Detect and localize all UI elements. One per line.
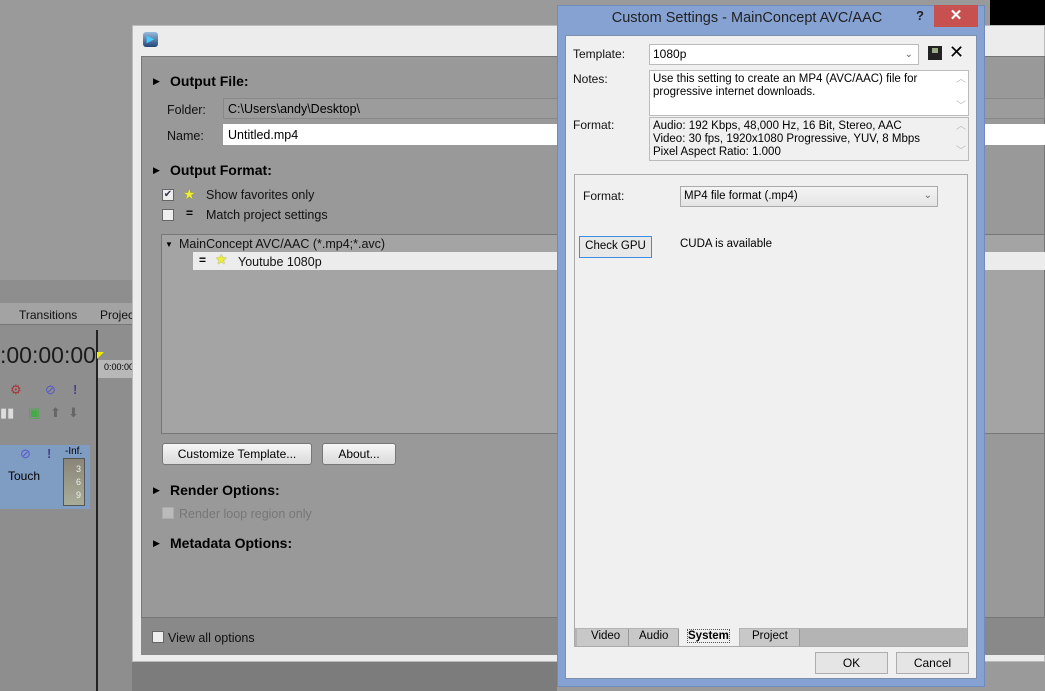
notes-textarea[interactable]: Use this setting to create an MP4 (AVC/A… (649, 70, 969, 116)
expand-icon[interactable]: ▶ (153, 165, 160, 176)
format-line: Pixel Aspect Ratio: 1.000 (653, 146, 781, 158)
check-gpu-button[interactable]: Check GPU (579, 236, 652, 258)
save-icon[interactable] (928, 46, 942, 60)
slider-icon[interactable]: ▮▮ (0, 405, 14, 421)
gear-icon[interactable]: ⚙ (10, 382, 22, 398)
expand-icon[interactable]: ▶ (153, 76, 160, 87)
format-summary-label: Format: (573, 118, 615, 132)
scroll-up-icon[interactable]: ︿ (956, 120, 966, 133)
tab-audio-label: Audio (639, 630, 669, 642)
match-project-checkbox[interactable] (162, 209, 174, 221)
automation-mode[interactable]: Touch (8, 469, 40, 483)
show-favorites-label: Show favorites only (206, 188, 315, 202)
about-button[interactable]: About... (322, 443, 396, 465)
file-format-value: MP4 file format (.mp4) (684, 190, 798, 202)
section-metadata-options: Metadata Options: (170, 535, 293, 551)
folder-label: Folder: (167, 103, 206, 117)
track-mute-icon[interactable]: ⊘ (20, 446, 31, 462)
meter-tick: 3 (75, 464, 81, 474)
notes-text: Use this setting to create an MP4 (AVC/A… (653, 73, 918, 98)
arrow-down-icon[interactable]: ⬇ (68, 405, 79, 421)
file-format-select[interactable]: MP4 file format (.mp4) ⌄ (680, 186, 938, 207)
marker-icon (97, 352, 104, 359)
timeline-cursor (96, 330, 98, 691)
show-favorites-checkbox[interactable]: ✔ (162, 189, 174, 201)
view-all-options-checkbox[interactable] (152, 631, 164, 643)
desktop-strip (990, 0, 1045, 25)
section-output-format: Output Format: (170, 162, 272, 178)
close-button[interactable]: ✕ (934, 5, 978, 27)
help-button[interactable]: ? (916, 8, 924, 23)
tab-video-label: Video (591, 630, 621, 642)
tab-system-label: System (687, 629, 730, 643)
notes-label: Notes: (573, 72, 608, 86)
template-combo[interactable]: 1080p ⌄ (649, 44, 919, 65)
expand-icon[interactable]: ▶ (153, 538, 160, 549)
scroll-down-icon[interactable]: ﹀ (956, 100, 966, 113)
name-label: Name: (167, 129, 204, 143)
meter-label: -Inf. (65, 446, 83, 457)
view-all-options-label: View all options (168, 631, 255, 645)
tab-transitions[interactable]: Transitions (19, 308, 77, 322)
tree-item-label: Youtube 1080p (238, 255, 322, 269)
equals-icon: = (186, 206, 194, 220)
loop-region-checkbox[interactable] (162, 507, 174, 519)
expand-icon[interactable]: ▶ (153, 485, 160, 496)
format-line: Audio: 192 Kbps, 48,000 Hz, 16 Bit, Ster… (653, 120, 902, 132)
timeline-ruler: 0:00:00 (98, 360, 134, 378)
chevron-down-icon: ⌄ (904, 49, 913, 60)
section-output-file: Output File: (170, 73, 249, 89)
mute-icon[interactable]: ⊘ (45, 382, 56, 398)
star-icon: ★ (215, 251, 228, 267)
cancel-button[interactable]: Cancel (896, 652, 969, 674)
equals-icon: = (199, 253, 207, 267)
format-summary-box: Audio: 192 Kbps, 48,000 Hz, 16 Bit, Ster… (649, 117, 969, 161)
loop-region-label: Render loop region only (179, 507, 312, 521)
scroll-down-icon[interactable]: ﹀ (956, 145, 966, 158)
format-line: Video: 30 fps, 1920x1080 Progressive, YU… (653, 133, 921, 145)
meter-tick: 9 (75, 490, 81, 500)
workspace-bottom (132, 662, 557, 691)
gpu-status: CUDA is available (680, 238, 773, 250)
solo-icon[interactable]: ! (73, 382, 77, 397)
dialog-title: Custom Settings - MainConcept AVC/AAC (611, 10, 883, 26)
file-format-label: Format: (583, 189, 625, 203)
arrow-up-icon[interactable]: ⬆ (50, 405, 61, 421)
scroll-up-icon[interactable]: ︿ (956, 73, 966, 86)
template-value: 1080p (653, 47, 687, 61)
collapse-icon[interactable]: ▼ (165, 240, 173, 249)
section-render-options: Render Options: (170, 482, 280, 498)
track-solo-icon[interactable]: ! (47, 446, 51, 461)
volume-meter: 3 6 9 (63, 458, 85, 506)
match-project-label: Match project settings (206, 208, 328, 222)
fx-icon[interactable]: ▣ (28, 405, 40, 421)
timecode-display: :00:00:00 (0, 342, 96, 368)
template-label: Template: (573, 47, 626, 61)
star-icon: ★ (183, 186, 196, 202)
meter-tick: 6 (75, 477, 81, 487)
ok-button[interactable]: OK (815, 652, 888, 674)
delete-icon[interactable]: ✕ (949, 42, 964, 63)
tree-group[interactable]: MainConcept AVC/AAC (*.mp4;*.avc) (179, 237, 385, 251)
customize-template-button[interactable]: Customize Template... (162, 443, 312, 465)
tab-project-label: Project (752, 630, 788, 642)
app-icon: ▶ (143, 32, 158, 47)
chevron-down-icon: ⌄ (923, 190, 932, 201)
